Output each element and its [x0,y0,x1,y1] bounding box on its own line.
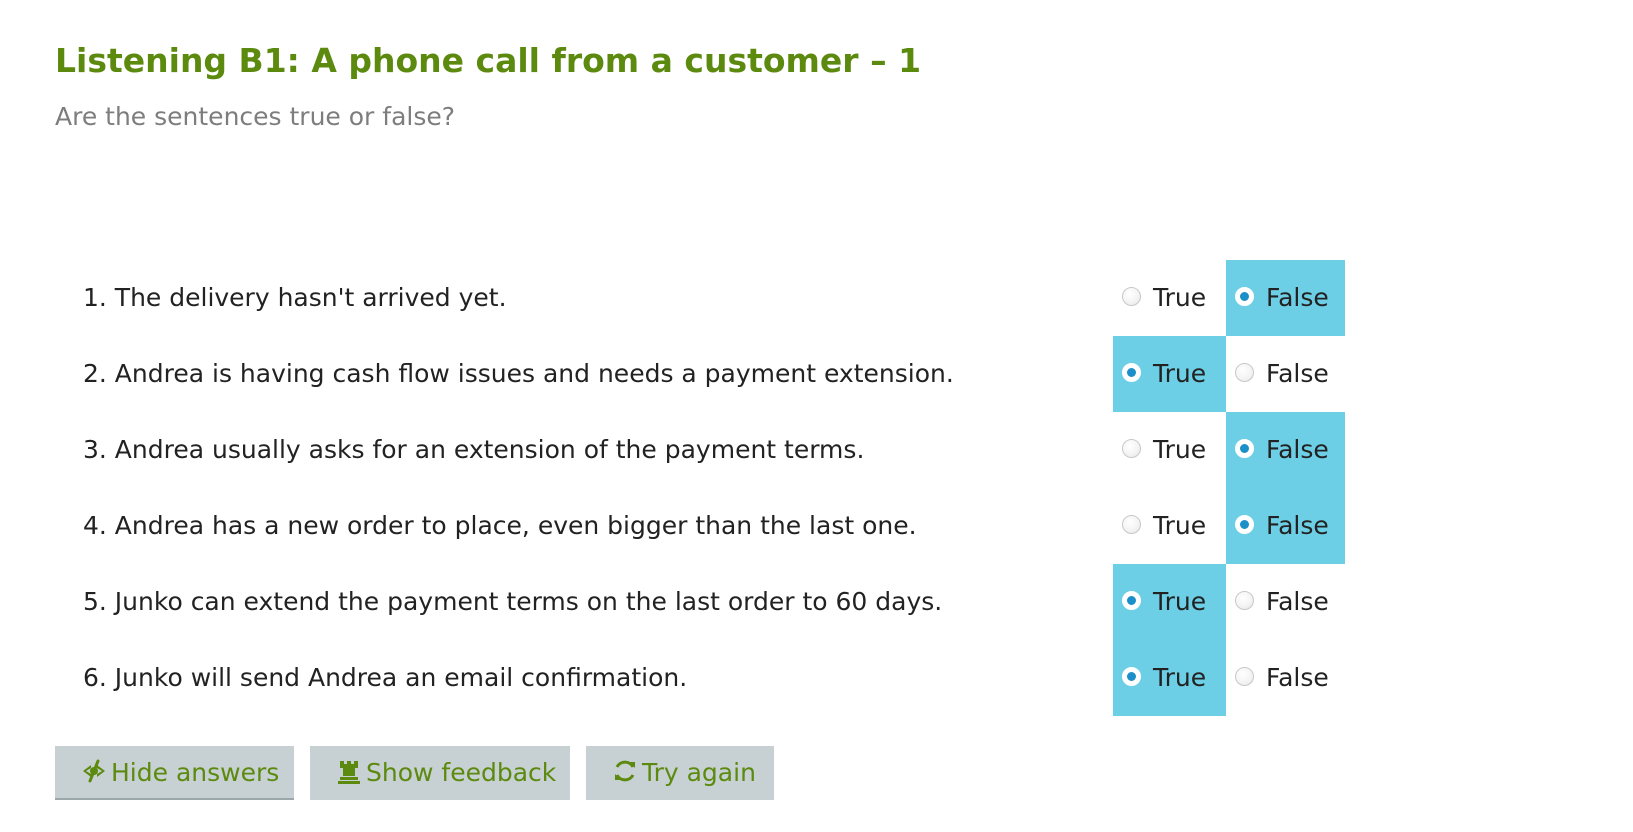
radio-button[interactable] [1122,362,1141,382]
false-option[interactable]: False [1226,260,1345,336]
false-option[interactable]: False [1226,336,1345,412]
radio-button[interactable] [1235,590,1254,610]
radio-button[interactable] [1235,666,1254,686]
question-row-5: 5. Junko can extend the payment terms on… [0,564,1633,640]
true-option[interactable]: True [1113,488,1226,564]
page-instructions: Are the sentences true or false? [55,102,456,131]
true-option-label: True [1153,283,1207,312]
false-option[interactable]: False [1226,412,1345,488]
refresh-icon [612,758,638,784]
question-text: 3. Andrea usually asks for an extension … [83,435,865,464]
true-option[interactable]: True [1113,412,1226,488]
radio-button[interactable] [1122,514,1141,534]
true-option[interactable]: True [1113,336,1226,412]
question-list: 1. The delivery hasn't arrived yet. True… [0,260,1633,716]
true-option-label: True [1153,359,1207,388]
hide-answers-button[interactable]: Hide answers [55,746,294,800]
question-row-1: 1. The delivery hasn't arrived yet. True… [0,260,1633,336]
hide-eye-icon [81,758,107,784]
page-title: Listening B1: A phone call from a custom… [55,41,922,80]
radio-button[interactable] [1235,362,1254,382]
false-option-label: False [1266,587,1329,616]
show-feedback-button[interactable]: Show feedback [310,746,570,800]
false-option-label: False [1266,359,1329,388]
true-option-label: True [1153,435,1207,464]
true-option[interactable]: True [1113,640,1226,716]
false-option[interactable]: False [1226,640,1345,716]
false-option[interactable]: False [1226,564,1345,640]
question-text: 5. Junko can extend the payment terms on… [83,587,943,616]
question-text: 1. The delivery hasn't arrived yet. [83,283,507,312]
radio-button[interactable] [1122,438,1141,458]
true-option-label: True [1153,587,1207,616]
radio-button[interactable] [1122,590,1141,610]
hide-answers-label: Hide answers [111,758,280,787]
question-row-2: 2. Andrea is having cash flow issues and… [0,336,1633,412]
radio-button[interactable] [1235,438,1254,458]
radio-button[interactable] [1235,514,1254,534]
rook-icon [336,758,362,784]
question-text: 4. Andrea has a new order to place, even… [83,511,917,540]
true-option-label: True [1153,511,1207,540]
question-text: 2. Andrea is having cash flow issues and… [83,359,954,388]
false-option-label: False [1266,663,1329,692]
try-again-label: Try again [642,758,756,787]
false-option-label: False [1266,511,1329,540]
try-again-button[interactable]: Try again [586,746,774,800]
false-option-label: False [1266,283,1329,312]
question-row-4: 4. Andrea has a new order to place, even… [0,488,1633,564]
question-row-3: 3. Andrea usually asks for an extension … [0,412,1633,488]
true-option[interactable]: True [1113,564,1226,640]
radio-button[interactable] [1122,286,1141,306]
radio-button[interactable] [1235,286,1254,306]
true-option-label: True [1153,663,1207,692]
radio-button[interactable] [1122,666,1141,686]
false-option[interactable]: False [1226,488,1345,564]
false-option-label: False [1266,435,1329,464]
true-option[interactable]: True [1113,260,1226,336]
question-row-6: 6. Junko will send Andrea an email confi… [0,640,1633,716]
show-feedback-label: Show feedback [366,758,557,787]
question-text: 6. Junko will send Andrea an email confi… [83,663,688,692]
